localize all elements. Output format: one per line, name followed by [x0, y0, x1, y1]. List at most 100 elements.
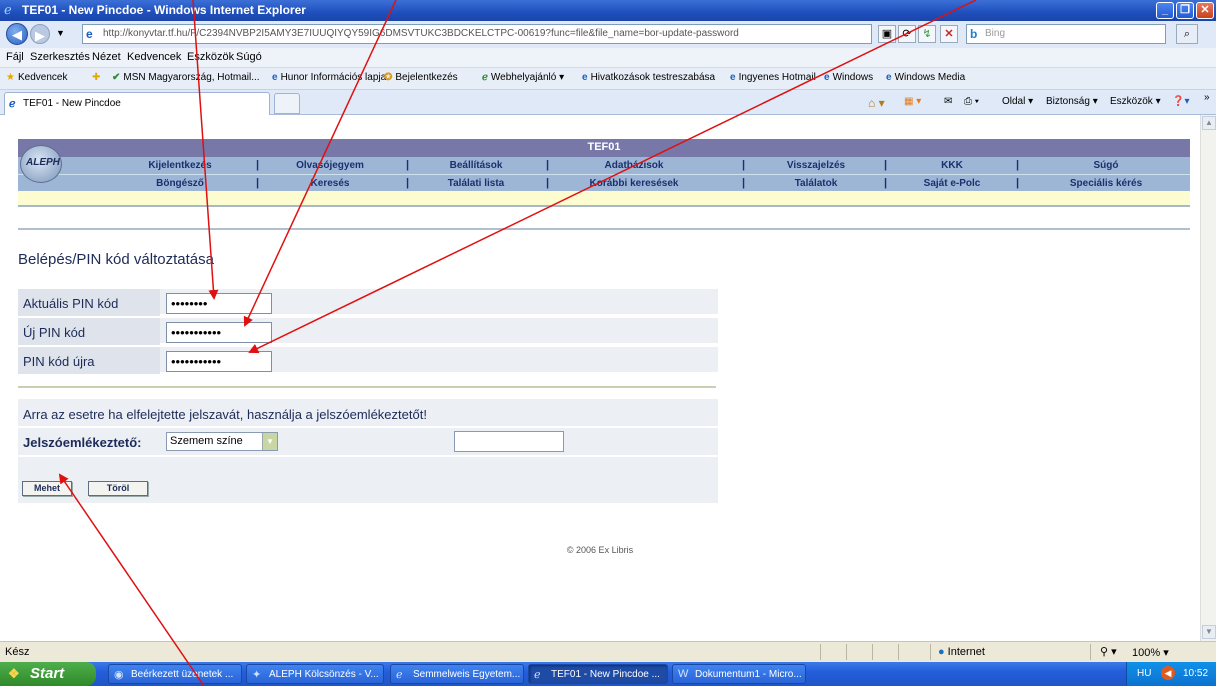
nav-settings[interactable]: Beállítások — [450, 160, 503, 171]
aleph-logo[interactable]: ALEPH — [20, 145, 62, 183]
nav-separator: | — [742, 177, 746, 189]
refresh-icon[interactable]: ⟳ — [898, 25, 916, 43]
repeat-pin-field[interactable]: ••••••••••• — [166, 351, 272, 372]
nav-feedback[interactable]: Visszajelzés — [787, 160, 845, 171]
nav-separator: | — [742, 159, 746, 171]
clock: 10:52 — [1183, 668, 1209, 679]
nav-separator: | — [546, 159, 550, 171]
nav-separator: | — [406, 159, 410, 171]
nav-logout[interactable]: Kijelentkezés — [148, 160, 211, 171]
menu-favorites[interactable]: Kedvencek — [127, 51, 181, 63]
current-pin-label: Aktuális PIN kód — [23, 296, 119, 311]
task-tef01[interactable]: ℯ TEF01 - New Pincdoe ... — [528, 664, 668, 684]
nav-reader-card[interactable]: Olvasójegyem — [296, 160, 364, 171]
tab-tef01[interactable]: ℯ TEF01 - New Pincdoe — [4, 92, 270, 115]
scroll-up-icon[interactable]: ▲ — [1202, 116, 1216, 130]
nav-special-request[interactable]: Speciális kérés — [1070, 178, 1142, 189]
fav-login[interactable]: ✪ Bejelentkezés — [384, 72, 458, 83]
search-icon[interactable]: ⌕ — [1176, 24, 1198, 44]
address-bar-row: ◀ ▶ ▼ e http://konyvtar.tf.hu/F/C2394NVB… — [0, 21, 1216, 48]
fav-windows-media[interactable]: e Windows Media — [886, 72, 965, 83]
tools-menu[interactable]: Eszközök ▾ — [1110, 96, 1161, 107]
menu-file[interactable]: Fájl — [6, 51, 24, 63]
minimize-button[interactable]: _ — [1156, 2, 1174, 19]
status-bar: Kész ● Internet ⚲ ▾ 100% ▾ — [0, 641, 1216, 662]
safety-menu[interactable]: Biztonság ▾ — [1046, 96, 1098, 107]
nav-previous-searches[interactable]: Korábbi keresések — [590, 178, 679, 189]
history-dropdown-icon[interactable]: ▼ — [56, 28, 65, 38]
task-word[interactable]: W Dokumentum1 - Micro... — [672, 664, 806, 684]
nav-separator: | — [546, 177, 550, 189]
fav-customize-links[interactable]: e Hivatkozások testreszabása — [582, 72, 715, 83]
nav-eshelf[interactable]: Saját e-Polc — [924, 178, 981, 189]
fav-hotmail[interactable]: e Ingyenes Hotmail — [730, 72, 816, 83]
home-icon[interactable]: ⌂ ▾ — [868, 96, 885, 110]
current-pin-row: Aktuális PIN kód •••••••• — [18, 289, 718, 316]
zoom-level[interactable]: 100% ▾ — [1132, 646, 1169, 659]
task-semmelweis[interactable]: ℯ Semmelweis Egyetem... — [390, 664, 524, 684]
menu-view[interactable]: Nézet — [92, 51, 121, 63]
search-input[interactable]: b Bing — [966, 24, 1166, 44]
taskbar: ❖ Start ◉ Beérkezett üzenetek ... ✦ ALEPH … — [0, 662, 1216, 686]
task-outlook[interactable]: ◉ Beérkezett üzenetek ... — [108, 664, 242, 684]
maximize-button[interactable]: ❐ — [1176, 2, 1194, 19]
address-input[interactable]: e http://konyvtar.tf.hu/F/C2394NVBP2I5AM… — [82, 24, 872, 44]
title-bar: ℯ TEF01 - New Pincdoe - Windows Internet… — [0, 0, 1216, 21]
favorites-button[interactable]: ★ Kedvencek — [6, 72, 67, 83]
nav-help[interactable]: Súgó — [1094, 160, 1119, 171]
fav-windows[interactable]: e Windows — [824, 72, 873, 83]
menu-bar: Fájl Szerkesztés Nézet Kedvencek Eszközö… — [0, 48, 1216, 68]
chevron-down-icon[interactable]: ▼ — [262, 433, 277, 450]
message-band — [18, 191, 1190, 205]
menu-edit[interactable]: Szerkesztés — [30, 51, 90, 63]
window-title: TEF01 - New Pincdoe - Windows Internet E… — [22, 3, 306, 17]
nav-result-list[interactable]: Találati lista — [448, 178, 505, 189]
nav-separator: | — [1016, 159, 1020, 171]
back-button[interactable]: ◀ — [6, 23, 28, 45]
current-pin-field[interactable]: •••••••• — [166, 293, 272, 314]
stop-icon[interactable]: ✕ — [940, 25, 958, 43]
go-icon[interactable]: ↯ — [918, 25, 936, 43]
new-pin-field[interactable]: ••••••••••• — [166, 322, 272, 343]
nav-search[interactable]: Keresés — [311, 178, 350, 189]
reminder-question-select[interactable]: Szemem színe ▼ — [166, 432, 278, 451]
forward-button[interactable]: ▶ — [30, 24, 50, 44]
feeds-icon[interactable]: ▦ ▾ — [904, 96, 921, 107]
reminder-hint: Arra az esetre ha elfelejtette jelszavát… — [23, 407, 427, 422]
nav-separator: | — [884, 159, 888, 171]
help-icon[interactable]: ❓▾ — [1172, 96, 1189, 107]
submit-button[interactable]: Mehet — [22, 481, 72, 496]
copyright: © 2006 Ex Libris — [566, 545, 634, 555]
chevron-right-icon[interactable]: » — [1204, 92, 1210, 103]
close-button[interactable]: ✕ — [1196, 2, 1214, 19]
task-aleph-circulation[interactable]: ✦ ALEPH Kölcsönzés - V... — [246, 664, 384, 684]
compat-icon[interactable]: ▣ — [878, 25, 896, 43]
clear-button[interactable]: Töröl — [88, 481, 148, 496]
system-tray: HU ◀ 10:52 — [1126, 662, 1216, 686]
page-menu[interactable]: Oldal ▾ — [1002, 96, 1033, 107]
new-tab-button[interactable] — [274, 93, 300, 114]
print-icon[interactable]: ⎙ ▾ — [964, 96, 979, 107]
vertical-scrollbar[interactable]: ▲ ▼ — [1200, 115, 1216, 641]
new-pin-row: Új PIN kód ••••••••••• — [18, 318, 718, 345]
fav-msn[interactable]: ✔ MSN Magyarország, Hotmail... — [112, 72, 260, 83]
menu-tools[interactable]: Eszközök — [187, 51, 234, 63]
mail-icon[interactable]: ✉ — [944, 96, 952, 107]
scroll-down-icon[interactable]: ▼ — [1202, 625, 1216, 639]
fav-hunor[interactable]: e Hunor Információs lapja — [272, 72, 386, 83]
favorites-bar: ★ Kedvencek ✚ ✔ MSN Magyarország, Hotmail.… — [0, 68, 1216, 90]
fav-webslices[interactable]: ℯ Webhelyajánló ▾ — [482, 72, 564, 83]
speaker-icon[interactable]: ◀ — [1161, 666, 1175, 680]
nav-faq[interactable]: KKK — [941, 160, 963, 171]
nav-hits[interactable]: Találatok — [795, 178, 838, 189]
new-pin-label: Új PIN kód — [23, 325, 86, 340]
protected-mode-icon[interactable]: ⚲ ▾ — [1100, 645, 1117, 658]
language-indicator[interactable]: HU — [1137, 668, 1151, 679]
add-favorite-icon[interactable]: ✚ — [92, 72, 100, 83]
start-button[interactable]: ❖ Start — [0, 662, 96, 686]
nav-databases[interactable]: Adatbázisok — [605, 160, 664, 171]
nav-row-primary: Kijelentkezés | Olvasójegyem | Beállítás… — [18, 157, 1190, 174]
menu-help[interactable]: Súgó — [236, 51, 262, 63]
nav-browse[interactable]: Böngésző — [156, 178, 204, 189]
reminder-answer-input[interactable] — [454, 431, 564, 452]
